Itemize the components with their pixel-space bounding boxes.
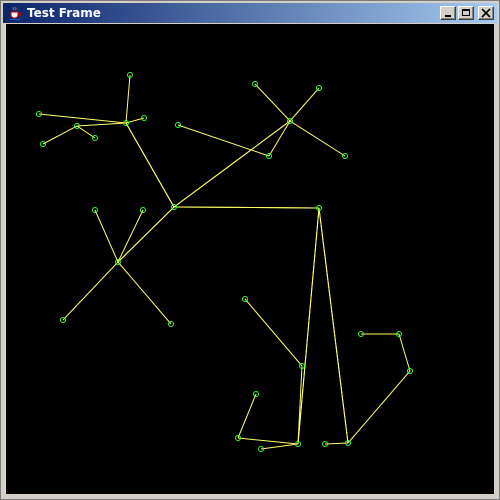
graph-edge	[237, 393, 257, 439]
graph-edge	[76, 125, 96, 139]
graph-edge	[117, 261, 172, 325]
graph-edge	[62, 261, 119, 321]
graph-edge	[38, 113, 127, 124]
graph-edge	[398, 333, 411, 372]
graph-edge	[125, 74, 131, 124]
graph-edge	[244, 298, 303, 367]
node-layer	[36, 72, 413, 452]
graph-edge	[117, 206, 175, 263]
graph-edge	[177, 124, 270, 157]
graph-edge	[125, 122, 175, 208]
close-button[interactable]	[478, 6, 494, 20]
graph-edge	[117, 209, 144, 263]
minimize-icon	[445, 15, 451, 17]
graph-edge	[94, 209, 119, 263]
graph-edge	[42, 125, 78, 145]
graph-edge	[297, 207, 320, 445]
window-controls	[440, 6, 494, 20]
window-title: Test Frame	[27, 6, 101, 20]
test-frame-window: Test Frame	[0, 0, 500, 500]
drawing-canvas[interactable]	[6, 24, 494, 494]
graph-edge	[318, 207, 349, 444]
maximize-button[interactable]	[458, 6, 474, 20]
graph-edge	[173, 206, 320, 209]
close-icon	[481, 8, 491, 18]
title-bar[interactable]: Test Frame	[3, 3, 497, 23]
java-cup-icon	[10, 6, 22, 20]
graph-edge	[289, 87, 320, 122]
graph-edge	[173, 120, 291, 208]
graph-edge	[76, 122, 127, 127]
graph-edge	[289, 120, 346, 157]
graph-edge	[347, 370, 411, 444]
graph-edge	[324, 442, 349, 445]
maximize-icon	[462, 9, 470, 16]
graph-edge	[260, 443, 299, 450]
graph-edge	[254, 83, 291, 122]
edge-layer	[38, 74, 411, 450]
graph-edge	[237, 437, 299, 445]
graph-edge	[268, 120, 291, 157]
graph-drawing	[36, 72, 413, 452]
minimize-button[interactable]	[440, 6, 456, 20]
